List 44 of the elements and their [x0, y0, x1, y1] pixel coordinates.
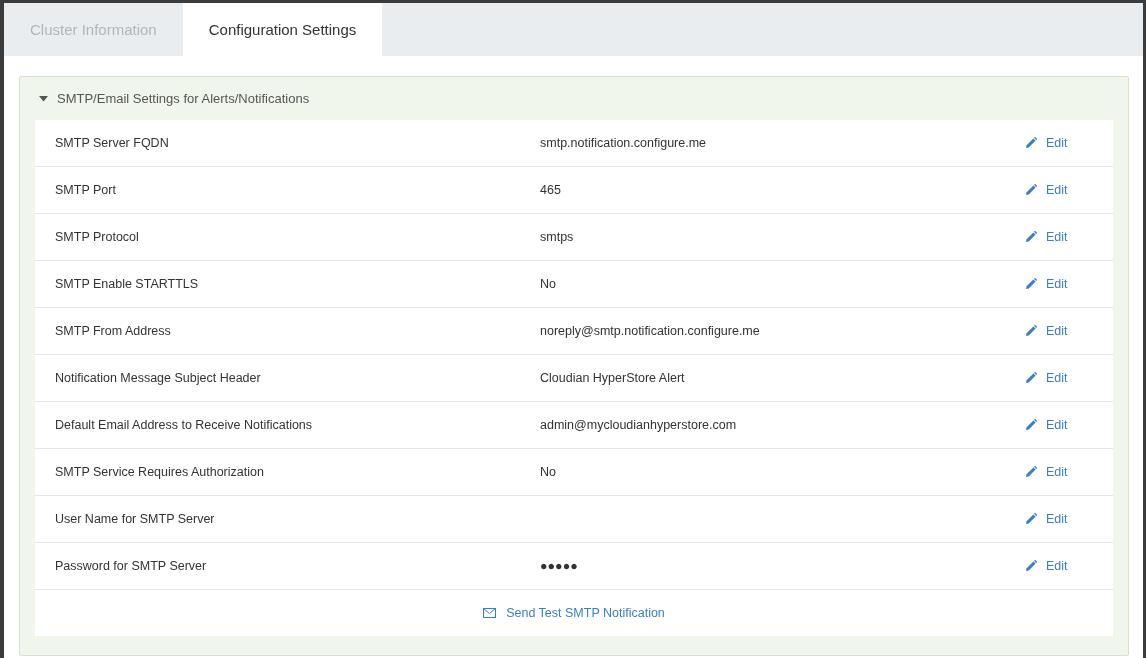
setting-label: Default Email Address to Receive Notifications	[55, 418, 314, 432]
tab[interactable]: Configuration Settings	[182, 3, 383, 56]
pencil-icon[interactable]	[1025, 560, 1037, 572]
edit-link[interactable]: Edit	[1046, 136, 1068, 150]
setting-label: SMTP Enable STARTTLS	[55, 277, 200, 291]
pencil-icon[interactable]	[1025, 184, 1037, 196]
pencil-icon[interactable]	[1025, 372, 1037, 384]
edit-link[interactable]: Edit	[1046, 512, 1068, 526]
edit-link[interactable]: Edit	[1046, 324, 1068, 338]
setting-label: SMTP Service Requires Authorization	[55, 465, 265, 479]
send-test-link[interactable]: Send Test SMTP Notification	[506, 606, 665, 620]
setting-value: 465	[540, 183, 562, 197]
setting-value: noreply@smtp.notification.configure.me	[540, 324, 761, 338]
setting-label: SMTP Port	[55, 183, 117, 197]
mail-icon[interactable]	[483, 608, 497, 618]
pencil-icon[interactable]	[1025, 231, 1037, 243]
pencil-icon[interactable]	[1025, 278, 1037, 290]
setting-value: ●●●●●	[540, 559, 579, 573]
edit-link[interactable]: Edit	[1046, 183, 1068, 197]
setting-value: No	[540, 277, 557, 291]
edit-link[interactable]: Edit	[1046, 371, 1068, 385]
pencil-icon[interactable]	[1025, 419, 1037, 431]
edit-link[interactable]: Edit	[1046, 230, 1068, 244]
setting-label: SMTP Protocol	[55, 230, 140, 244]
pencil-icon[interactable]	[1025, 325, 1037, 337]
section-title[interactable]: SMTP/Email Settings for Alerts/Notifications	[57, 91, 310, 106]
setting-label: Password for SMTP Server	[55, 559, 208, 573]
setting-value: No	[540, 465, 557, 479]
setting-value: admin@mycloudianhyperstore.com	[540, 418, 738, 432]
setting-label: User Name for SMTP Server	[55, 512, 216, 526]
edit-link[interactable]: Edit	[1046, 277, 1068, 291]
setting-value: Cloudian HyperStore Alert	[540, 371, 686, 385]
setting-value: smtps	[540, 230, 575, 244]
pencil-icon[interactable]	[1025, 513, 1037, 525]
pencil-icon[interactable]	[1025, 137, 1037, 149]
edit-link[interactable]: Edit	[1046, 418, 1068, 432]
pencil-icon[interactable]	[1025, 466, 1037, 478]
edit-link[interactable]: Edit	[1046, 559, 1068, 573]
setting-label: SMTP From Address	[55, 324, 172, 338]
caret-icon[interactable]	[39, 95, 48, 102]
setting-label: SMTP Server FQDN	[55, 136, 170, 150]
setting-label: Notification Message Subject Header	[55, 371, 262, 385]
edit-link[interactable]: Edit	[1046, 465, 1068, 479]
setting-value: smtp.notification.configure.me	[540, 136, 708, 150]
